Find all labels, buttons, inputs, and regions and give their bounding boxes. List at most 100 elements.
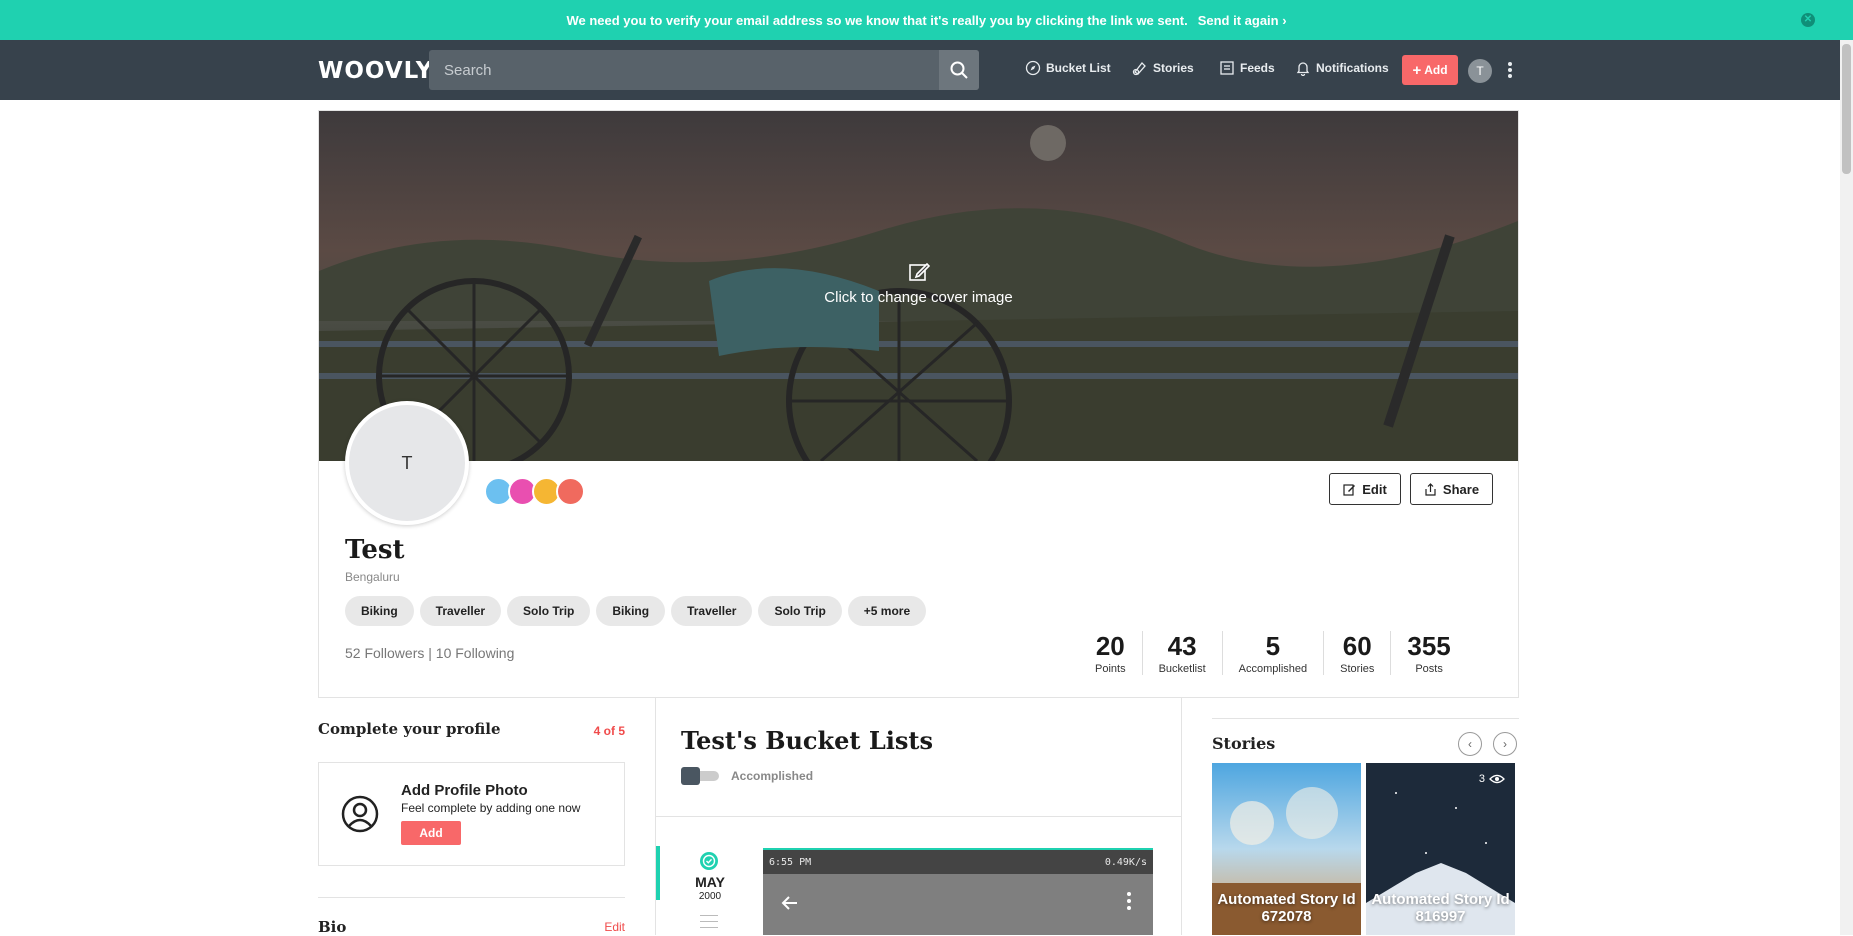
divider — [1212, 718, 1519, 719]
profile-city: Bengaluru — [345, 570, 400, 584]
bio-edit-link[interactable]: Edit — [604, 920, 625, 934]
complete-profile-card: Add Profile Photo Feel complete by addin… — [318, 762, 625, 866]
close-banner-icon[interactable]: ✕ — [1801, 13, 1815, 27]
stories-title: Stories — [1212, 734, 1276, 753]
paraglide-badge-icon[interactable] — [556, 477, 585, 506]
edit-label: Edit — [1362, 481, 1387, 497]
story-card[interactable]: Automated Story Id 672078 — [1212, 763, 1361, 935]
edit-icon — [1343, 483, 1356, 496]
story-views: 3 — [1479, 773, 1505, 785]
change-cover-cta[interactable]: Click to change cover image — [319, 261, 1518, 306]
nav-stories-label: Stories — [1153, 61, 1194, 75]
bucket-list-column: Test's Bucket Lists Accomplished MAY 200… — [655, 698, 1182, 935]
stat-label: Accomplished — [1238, 663, 1308, 675]
woovly-logo[interactable]: WOOVLY — [318, 58, 433, 84]
stat-stories[interactable]: 60 Stories — [1323, 631, 1390, 675]
share-label: Share — [1442, 481, 1480, 497]
banner-message: We need you to verify your email address… — [566, 12, 1188, 28]
profile-stats: 20 Points 43 Bucketlist 5 Accomplished 60 St… — [1079, 631, 1467, 675]
stat-bucketlist[interactable]: 43 Bucketlist — [1141, 631, 1222, 675]
stories-icon — [1132, 62, 1146, 76]
verify-email-banner: We need you to verify your email address… — [0, 0, 1853, 40]
complete-profile-title: Complete your profile — [318, 720, 501, 738]
phone-more-icon — [1127, 892, 1131, 910]
eye-icon — [1489, 774, 1505, 784]
user-circle-icon — [341, 795, 379, 833]
stat-posts[interactable]: 355 Posts — [1390, 631, 1466, 675]
left-column: Complete your profile 4 of 5 Add Profile… — [318, 698, 625, 936]
stat-label: Stories — [1340, 663, 1375, 675]
stat-value: 355 — [1407, 631, 1451, 661]
interest-tags: Biking Traveller Solo Trip Biking Travel… — [345, 596, 927, 626]
chevron-left-icon[interactable]: ‹ — [1458, 732, 1482, 756]
scrollbar-thumb[interactable] — [1842, 44, 1851, 174]
followers-following[interactable]: 52 Followers | 10 Following — [345, 645, 514, 661]
profile-avatar[interactable]: T — [345, 401, 469, 525]
accomplished-toggle[interactable] — [681, 767, 719, 785]
interest-tag[interactable]: Solo Trip — [758, 596, 842, 626]
timeline-marker — [656, 846, 660, 900]
stat-label: Points — [1095, 663, 1126, 675]
add-photo-button[interactable]: Add — [401, 821, 461, 845]
send-again-link[interactable]: Send it again › — [1198, 13, 1287, 28]
menu-lines-icon — [700, 915, 718, 933]
bucket-list-title: Test's Bucket Lists — [681, 726, 933, 755]
add-photo-subtext: Feel complete by adding one now — [401, 801, 581, 815]
user-avatar[interactable]: T — [1468, 59, 1492, 83]
page-scrollbar[interactable] — [1840, 40, 1853, 935]
timeline-year: 2000 — [698, 891, 722, 902]
nav-feeds-label: Feeds — [1240, 61, 1275, 75]
back-arrow-icon — [781, 896, 797, 910]
nav-stories[interactable]: Stories — [1132, 60, 1194, 76]
nav-bucket-list-label: Bucket List — [1046, 61, 1111, 75]
story-card[interactable]: 3 Automated Story Id 816997 — [1366, 763, 1515, 935]
nav-bucket-list[interactable]: Bucket List — [1025, 60, 1111, 76]
bio-title: Bio — [318, 918, 347, 936]
stat-value: 43 — [1167, 631, 1197, 661]
more-menu-icon[interactable] — [1506, 60, 1514, 80]
search-button[interactable] — [939, 50, 979, 90]
interest-tag[interactable]: Biking — [596, 596, 666, 626]
stat-label: Bucketlist — [1158, 663, 1206, 675]
divider — [318, 897, 625, 898]
phone-speed: 0.49K/s — [1104, 856, 1147, 868]
feeds-icon — [1220, 61, 1234, 75]
interest-tag[interactable]: Solo Trip — [507, 596, 591, 626]
interest-tag[interactable]: Traveller — [419, 596, 502, 626]
search-icon — [950, 61, 968, 79]
add-photo-heading: Add Profile Photo — [401, 782, 528, 799]
stat-points[interactable]: 20 Points — [1079, 631, 1142, 675]
add-button[interactable]: + Add — [1402, 55, 1458, 85]
badge-list — [484, 477, 585, 506]
story-caption: Automated Story Id 672078 — [1217, 891, 1356, 925]
share-profile-button[interactable]: Share — [1410, 473, 1493, 505]
bell-icon — [1296, 62, 1310, 76]
compass-icon — [1025, 60, 1041, 76]
check-circle-icon — [700, 852, 718, 870]
bucket-item-image[interactable]: 6:55 PM 0.49K/s — [763, 848, 1153, 935]
complete-profile-count: 4 of 5 — [593, 724, 625, 738]
interest-tag[interactable]: Biking — [345, 596, 414, 626]
interest-tag[interactable]: Traveller — [671, 596, 753, 626]
search-input[interactable] — [429, 50, 939, 90]
nav-notifications-label: Notifications — [1316, 61, 1389, 75]
stat-value: 5 — [1265, 631, 1281, 661]
divider — [656, 816, 1181, 817]
chevron-right-icon[interactable]: › — [1493, 732, 1517, 756]
stories-column: Stories ‹ › Automated Story Id 672078 3 … — [1212, 698, 1519, 935]
timeline-month: MAY — [695, 874, 725, 890]
stat-label: Posts — [1415, 663, 1443, 675]
story-caption: Automated Story Id 816997 — [1371, 891, 1510, 925]
top-navbar: WOOVLY Bucket List Stories Feeds Notific… — [0, 40, 1840, 100]
profile-name: Test — [345, 535, 405, 565]
stat-accomplished[interactable]: 5 Accomplished — [1221, 631, 1323, 675]
profile-card: Click to change cover image T Edit Share… — [318, 110, 1519, 698]
views-count: 3 — [1478, 773, 1485, 785]
nav-feeds[interactable]: Feeds — [1219, 60, 1275, 76]
more-tags[interactable]: +5 more — [847, 596, 927, 626]
cover-image[interactable]: Click to change cover image — [319, 111, 1518, 461]
change-cover-label: Click to change cover image — [824, 289, 1013, 306]
edit-profile-button[interactable]: Edit — [1329, 473, 1401, 505]
nav-notifications[interactable]: Notifications — [1295, 60, 1389, 76]
phone-screen — [763, 874, 1153, 935]
